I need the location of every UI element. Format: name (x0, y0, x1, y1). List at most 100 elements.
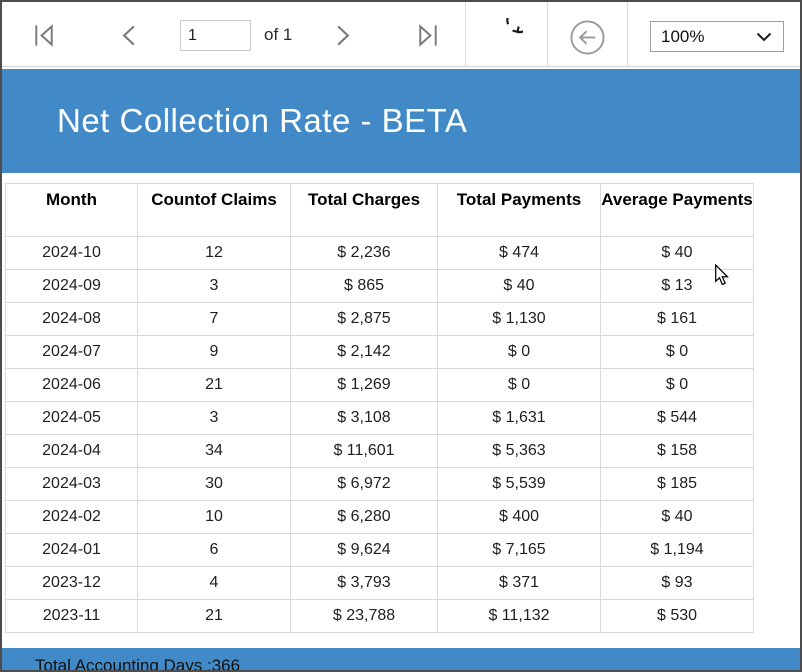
table-cell: 2024-01 (6, 534, 138, 567)
table-cell: $ 2,142 (291, 336, 438, 369)
previous-page-icon (119, 37, 139, 52)
table-header-row: MonthCountof ClaimsTotal ChargesTotal Pa… (6, 184, 754, 237)
table-cell: 2023-12 (6, 567, 138, 600)
first-page-button[interactable] (31, 22, 58, 49)
table-cell: $ 371 (438, 567, 601, 600)
table-header: MonthCountof ClaimsTotal ChargesTotal Pa… (6, 184, 754, 237)
table-cell: $ 530 (601, 600, 754, 633)
table-cell: $ 158 (601, 435, 754, 468)
table-cell: 30 (138, 468, 291, 501)
table-cell: $ 2,875 (291, 303, 438, 336)
table-row: 2024-0330$ 6,972$ 5,539$ 185 (6, 468, 754, 501)
previous-page-button[interactable] (119, 22, 139, 49)
table-cell: 2024-05 (6, 402, 138, 435)
table-row: 2024-1012$ 2,236$ 474$ 40 (6, 237, 754, 270)
table-cell: 21 (138, 369, 291, 402)
table-cell: 12 (138, 237, 291, 270)
report-viewer-window: of 1 (0, 0, 802, 672)
report-title-banner: Net Collection Rate - BETA (2, 69, 800, 173)
table-cell: 3 (138, 402, 291, 435)
table-cell: 2024-10 (6, 237, 138, 270)
page-number-input[interactable] (180, 20, 251, 51)
table-cell: 2024-03 (6, 468, 138, 501)
table-cell: 34 (138, 435, 291, 468)
table-row: 2024-0434$ 11,601$ 5,363$ 158 (6, 435, 754, 468)
table-cell: $ 1,269 (291, 369, 438, 402)
table-cell: 9 (138, 336, 291, 369)
report-table: MonthCountof ClaimsTotal ChargesTotal Pa… (5, 183, 754, 633)
table-cell: 2023-11 (6, 600, 138, 633)
table-cell: $ 161 (601, 303, 754, 336)
table-cell: $ 40 (601, 237, 754, 270)
table-cell: $ 1,631 (438, 402, 601, 435)
table-cell: $ 2,236 (291, 237, 438, 270)
refresh-icon (489, 40, 523, 55)
back-icon (569, 44, 606, 59)
table-cell: 2024-09 (6, 270, 138, 303)
table-cell: 10 (138, 501, 291, 534)
table-cell: $ 0 (438, 369, 601, 402)
table-cell: $ 9,624 (291, 534, 438, 567)
toolbar-divider (547, 2, 548, 67)
table-cell: $ 1,130 (438, 303, 601, 336)
next-page-button[interactable] (333, 22, 353, 49)
table-cell: $ 40 (438, 270, 601, 303)
table-cell: $ 3,108 (291, 402, 438, 435)
table-cell: 3 (138, 270, 291, 303)
table-cell: $ 11,601 (291, 435, 438, 468)
table-cell: $ 40 (601, 501, 754, 534)
table-cell: 4 (138, 567, 291, 600)
last-page-icon (414, 37, 441, 52)
table-cell: $ 185 (601, 468, 754, 501)
table-row: 2024-093$ 865$ 40$ 13 (6, 270, 754, 303)
table-cell: 2024-02 (6, 501, 138, 534)
column-header-total-charges: Total Charges (291, 184, 438, 237)
report-footer-bar: Total Accounting Days :366 (2, 648, 800, 672)
column-header-average-payments: Average Payments (601, 184, 754, 237)
table-cell: $ 865 (291, 270, 438, 303)
column-header-month: Month (6, 184, 138, 237)
table-cell: $ 11,132 (438, 600, 601, 633)
table-cell: $ 3,793 (291, 567, 438, 600)
refresh-button[interactable] (489, 18, 523, 52)
zoom-level-value: 100% (661, 27, 704, 47)
table-cell: 6 (138, 534, 291, 567)
table-cell: $ 7,165 (438, 534, 601, 567)
table-cell: $ 400 (438, 501, 601, 534)
table-cell: 21 (138, 600, 291, 633)
back-button[interactable] (569, 19, 606, 56)
table-cell: $ 6,280 (291, 501, 438, 534)
last-page-button[interactable] (414, 22, 441, 49)
table-cell: 2024-04 (6, 435, 138, 468)
table-cell: $ 544 (601, 402, 754, 435)
table-body: 2024-1012$ 2,236$ 474$ 402024-093$ 865$ … (6, 237, 754, 633)
zoom-level-select[interactable]: 100% (650, 21, 784, 52)
report-title: Net Collection Rate - BETA (2, 102, 467, 140)
first-page-icon (31, 37, 58, 52)
table-cell: 7 (138, 303, 291, 336)
table-row: 2023-1121$ 23,788$ 11,132$ 530 (6, 600, 754, 633)
table-cell: $ 5,363 (438, 435, 601, 468)
table-row: 2024-0210$ 6,280$ 400$ 40 (6, 501, 754, 534)
table-cell: 2024-07 (6, 336, 138, 369)
chevron-down-icon (756, 32, 772, 42)
table-cell: $ 0 (438, 336, 601, 369)
table-cell: $ 5,539 (438, 468, 601, 501)
table-row: 2023-124$ 3,793$ 371$ 93 (6, 567, 754, 600)
table-row: 2024-016$ 9,624$ 7,165$ 1,194 (6, 534, 754, 567)
table-cell: 2024-06 (6, 369, 138, 402)
table-cell: $ 0 (601, 336, 754, 369)
table-cell: $ 0 (601, 369, 754, 402)
table-row: 2024-079$ 2,142$ 0$ 0 (6, 336, 754, 369)
column-header-total-payments: Total Payments (438, 184, 601, 237)
table-cell: $ 13 (601, 270, 754, 303)
page-count-label: of 1 (264, 25, 292, 45)
toolbar-divider (465, 2, 466, 67)
table-cell: $ 93 (601, 567, 754, 600)
next-page-icon (333, 37, 353, 52)
table-row: 2024-0621$ 1,269$ 0$ 0 (6, 369, 754, 402)
pagination-toolbar: of 1 (2, 2, 800, 67)
column-header-countof-claims: Countof Claims (138, 184, 291, 237)
table-cell: $ 1,194 (601, 534, 754, 567)
table-cell: $ 23,788 (291, 600, 438, 633)
